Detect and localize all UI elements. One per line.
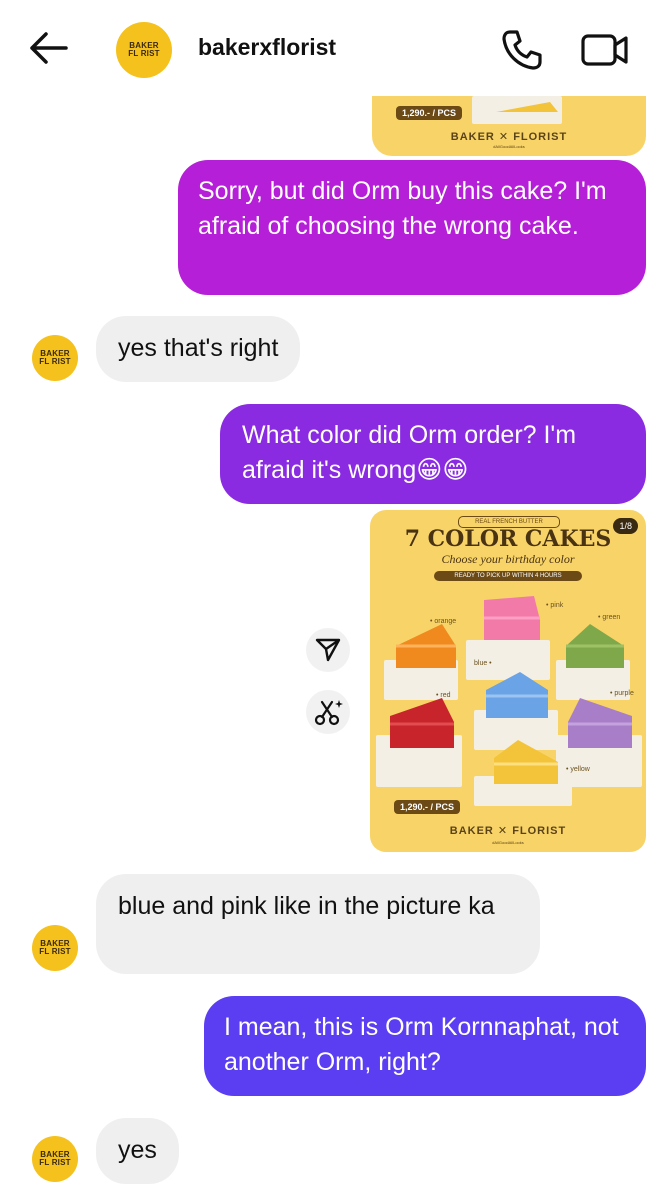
message-incoming[interactable]: blue and pink like in the picture ka — [96, 874, 540, 974]
avatar[interactable]: BAKER FL RIST — [32, 1136, 78, 1182]
share-send-icon — [315, 638, 341, 662]
message-outgoing[interactable]: Sorry, but did Orm buy this cake? I'm af… — [178, 160, 646, 295]
cake-blue — [486, 672, 548, 718]
sparkle-scissors-icon — [314, 700, 343, 726]
price-tag: 1,290.- / PCS — [394, 800, 461, 814]
avatar[interactable]: BAKER FL RIST — [32, 925, 78, 971]
logo-text: FL RIST — [39, 357, 71, 366]
brand-tagline: #AllGoodAllLooks — [493, 144, 525, 149]
back-arrow-icon[interactable] — [26, 28, 70, 68]
cake-slice — [496, 102, 558, 112]
cake-label: • pink — [546, 602, 564, 609]
cake-pink — [484, 596, 540, 640]
cake-label: • orange — [430, 618, 457, 625]
cake-orange — [396, 624, 456, 668]
video-camera-icon[interactable] — [580, 30, 630, 70]
message-incoming[interactable]: yes that's right — [96, 316, 301, 382]
cake-yellow — [494, 740, 558, 784]
cake-label: • red — [436, 692, 451, 699]
message-outgoing[interactable]: What color did Orm order? I'm afraid it'… — [220, 404, 646, 504]
cake-red — [390, 698, 454, 748]
cake-label: • green — [598, 614, 621, 621]
kicker-text: REAL FRENCH BUTTER — [475, 519, 543, 525]
username[interactable]: bakerxflorist — [198, 34, 336, 61]
phone-icon[interactable] — [500, 28, 544, 72]
message-outgoing[interactable]: I mean, this is Orm Kornnaphat, not anot… — [204, 996, 646, 1096]
avatar[interactable]: BAKER FL RIST — [32, 335, 78, 381]
chat-header: BAKER FL RIST bakerxflorist — [0, 0, 660, 96]
pickup-badge: READY TO PICK UP WITHIN 4 HOURS — [434, 571, 582, 581]
cake-label: blue • — [474, 660, 492, 667]
logo-text: FL RIST — [128, 49, 160, 58]
cake-label: • yellow — [566, 766, 590, 773]
share-button[interactable] — [306, 628, 350, 672]
remix-button[interactable] — [306, 690, 350, 734]
brand-tagline: #AllGoodAllLooks — [492, 840, 524, 845]
logo-text: FL RIST — [39, 947, 71, 956]
poster-subtitle: Choose your birthday color — [441, 552, 575, 566]
poster-title: 7 COLOR CAKES — [404, 526, 612, 552]
brand-name: BAKER ✕ FLORIST — [449, 825, 567, 837]
logo-text: FL RIST — [39, 1158, 71, 1167]
message-incoming[interactable]: yes — [96, 1118, 179, 1184]
cake-purple — [568, 698, 632, 748]
cake-label: • purple — [610, 690, 634, 697]
cake-green — [566, 624, 624, 668]
avatar[interactable]: BAKER FL RIST — [116, 22, 172, 78]
cake-image[interactable]: REAL FRENCH BUTTER 1/8 7 COLOR CAKES Cho… — [370, 510, 646, 852]
brand-name: BAKER ✕ FLORIST — [450, 131, 568, 143]
price-tag: 1,290.- / PCS — [396, 106, 463, 120]
